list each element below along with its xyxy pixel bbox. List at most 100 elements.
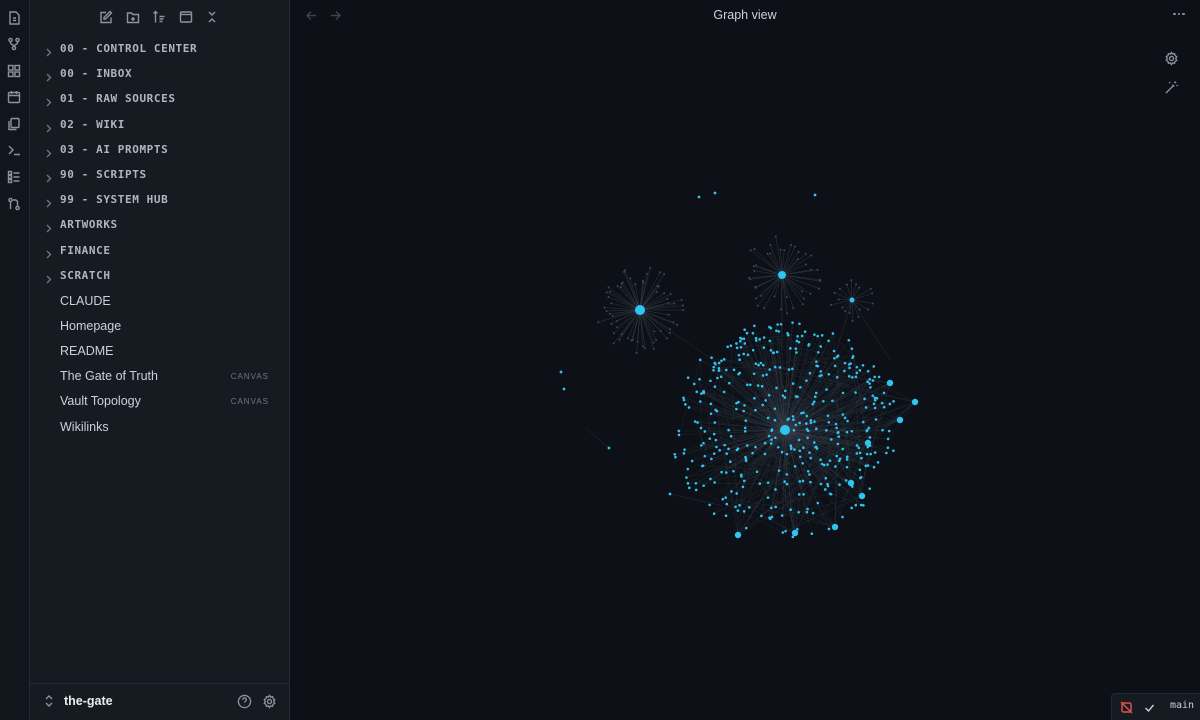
folder-item[interactable]: 00 - CONTROL CENTER bbox=[30, 36, 289, 61]
folder-item[interactable]: FINANCE bbox=[30, 238, 289, 263]
folder-item[interactable]: 01 - RAW SOURCES bbox=[30, 86, 289, 111]
graph-settings-gear-icon[interactable] bbox=[1162, 49, 1180, 67]
terminal-icon[interactable] bbox=[4, 140, 24, 160]
file-item[interactable]: CLAUDE bbox=[30, 288, 289, 313]
file-item[interactable]: Homepage bbox=[30, 313, 289, 338]
graph-edge bbox=[781, 274, 820, 282]
graph-node bbox=[713, 421, 717, 424]
folder-item[interactable]: SCRATCH bbox=[30, 263, 289, 288]
graph-node bbox=[642, 281, 645, 284]
graph-node bbox=[816, 334, 820, 338]
graph-node bbox=[808, 451, 811, 454]
graph-edge bbox=[585, 427, 610, 449]
graph-node bbox=[737, 353, 741, 357]
graph-node bbox=[770, 506, 773, 510]
graph-node bbox=[729, 460, 732, 464]
folder-item[interactable]: 99 - SYSTEM HUB bbox=[30, 187, 289, 212]
chevron-right-icon[interactable] bbox=[45, 170, 53, 183]
graph-node bbox=[655, 290, 658, 293]
file-item[interactable]: README bbox=[30, 338, 289, 363]
folder-label: 00 - INBOX bbox=[60, 67, 133, 81]
check-icon[interactable] bbox=[1141, 699, 1157, 715]
graph-node bbox=[831, 399, 834, 403]
more-options-icon[interactable] bbox=[1170, 8, 1188, 20]
folder-item[interactable]: 00 - INBOX bbox=[30, 61, 289, 86]
graph-node bbox=[776, 323, 779, 326]
graph-node bbox=[833, 364, 837, 368]
graph-node bbox=[808, 371, 812, 375]
graph-node bbox=[763, 452, 767, 456]
chevron-up-down-icon[interactable] bbox=[44, 694, 54, 708]
graph-node bbox=[682, 396, 685, 400]
graph-node bbox=[761, 403, 764, 407]
graph-node bbox=[814, 391, 818, 395]
chevron-right-icon[interactable] bbox=[45, 246, 53, 259]
files-icon[interactable] bbox=[4, 8, 24, 28]
graph-node bbox=[758, 338, 761, 341]
chevron-right-icon[interactable] bbox=[45, 94, 53, 107]
graph-node bbox=[818, 280, 821, 283]
file-item[interactable]: Wikilinks bbox=[30, 414, 289, 439]
graph-node bbox=[777, 469, 781, 472]
calendar-icon[interactable] bbox=[4, 87, 24, 107]
checklist-icon[interactable] bbox=[4, 167, 24, 187]
graph-node bbox=[709, 412, 713, 416]
folder-label: 90 - SCRIPTS bbox=[60, 168, 147, 181]
graph-canvas[interactable] bbox=[290, 0, 1200, 720]
sync-off-icon[interactable] bbox=[1118, 699, 1134, 715]
graph-node bbox=[674, 455, 677, 459]
chevron-right-icon[interactable] bbox=[45, 271, 53, 284]
blocks-icon[interactable] bbox=[4, 61, 24, 81]
new-note-icon[interactable] bbox=[97, 8, 115, 26]
graph-node bbox=[793, 465, 797, 468]
vault-switcher[interactable]: the-gate bbox=[30, 683, 289, 720]
chevron-right-icon[interactable] bbox=[45, 145, 53, 158]
folder-item[interactable]: 03 - AI PROMPTS bbox=[30, 137, 289, 162]
graph-node bbox=[892, 449, 895, 453]
graph-node bbox=[740, 475, 743, 478]
graph-node bbox=[603, 306, 606, 309]
graph-node bbox=[687, 406, 691, 409]
chevron-right-icon[interactable] bbox=[45, 69, 53, 82]
file-item[interactable]: Vault Topology CANVAS bbox=[30, 389, 289, 414]
graph-node bbox=[744, 455, 747, 459]
collapse-panel-icon[interactable] bbox=[177, 8, 195, 26]
graph-node bbox=[845, 458, 849, 461]
settings-gear-icon[interactable] bbox=[260, 692, 278, 710]
graph-node bbox=[607, 296, 610, 299]
git-graph-icon[interactable] bbox=[4, 34, 24, 54]
graph-edge bbox=[787, 333, 821, 347]
graph-node bbox=[791, 415, 795, 418]
folder-item[interactable]: 02 - WIKI bbox=[30, 112, 289, 137]
vault-name[interactable]: the-gate bbox=[64, 694, 113, 708]
chevron-right-icon[interactable] bbox=[45, 195, 53, 208]
graph-node bbox=[667, 301, 670, 304]
new-folder-icon[interactable] bbox=[124, 8, 142, 26]
file-item[interactable]: The Gate of Truth CANVAS bbox=[30, 364, 289, 389]
git-compare-icon[interactable] bbox=[4, 194, 24, 214]
help-icon[interactable] bbox=[235, 692, 253, 710]
graph-node bbox=[768, 516, 771, 520]
chevron-right-icon[interactable] bbox=[45, 120, 53, 133]
folder-item[interactable]: 90 - SCRIPTS bbox=[30, 162, 289, 187]
graph-node bbox=[747, 506, 751, 509]
collapse-all-icon[interactable] bbox=[203, 8, 221, 26]
chevron-right-icon[interactable] bbox=[45, 220, 53, 233]
graph-node bbox=[809, 292, 812, 295]
graph-node bbox=[663, 273, 666, 276]
graph-node bbox=[835, 454, 838, 458]
copy-icon[interactable] bbox=[4, 114, 24, 134]
graph-node bbox=[775, 350, 779, 354]
graph-edge bbox=[851, 288, 871, 301]
chevron-right-icon[interactable] bbox=[45, 44, 53, 57]
git-branch-label[interactable]: main bbox=[1170, 700, 1194, 711]
animate-wand-icon[interactable] bbox=[1162, 78, 1180, 96]
graph-node bbox=[718, 448, 721, 452]
graph-node bbox=[828, 459, 832, 462]
graph-edge bbox=[834, 292, 853, 301]
graph-node bbox=[869, 287, 872, 290]
graph-node bbox=[794, 347, 798, 351]
sort-icon[interactable] bbox=[150, 8, 168, 26]
graph-node bbox=[739, 336, 742, 340]
folder-item[interactable]: ARTWORKS bbox=[30, 212, 289, 237]
